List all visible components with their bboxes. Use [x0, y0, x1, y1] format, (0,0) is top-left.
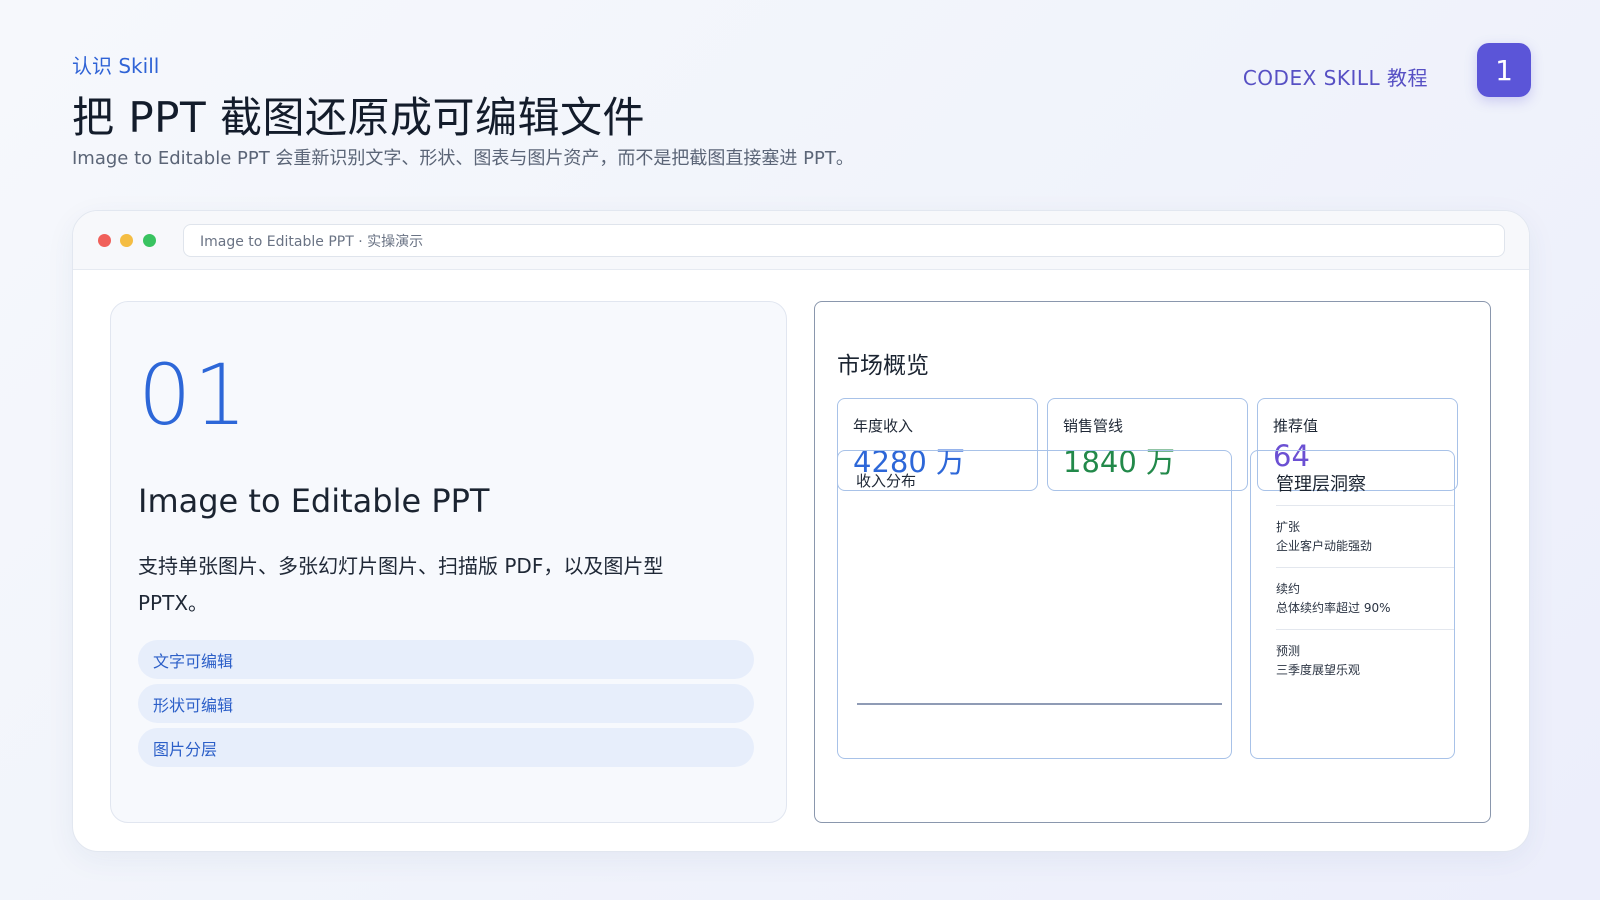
insight-key: 扩张 — [1276, 520, 1301, 534]
insight-divider — [1276, 629, 1454, 630]
close-window-button[interactable] — [98, 234, 111, 247]
insight-item: 续约 总体续约率超过 90% — [1276, 567, 1454, 618]
insight-value: 企业客户动能强劲 — [1276, 539, 1373, 553]
revenue-distribution-title: 收入分布 — [856, 472, 917, 490]
eyebrow-label: 认识 Skill — [72, 54, 160, 78]
window-titlebar: Image to Editable PPT · 实操演示 — [73, 211, 1529, 270]
insight-key: 预测 — [1276, 644, 1301, 658]
insight-item: 预测 三季度展望乐观 — [1276, 629, 1454, 680]
insight-value: 三季度展望乐观 — [1276, 663, 1361, 677]
feature-pill-shape-editable: 形状可编辑 — [138, 684, 754, 723]
feature-description: 支持单张图片、多张幻灯片图片、扫描版 PDF，以及图片型 PPTX。 — [138, 554, 664, 615]
brand-label: CODEX SKILL 教程 — [1242, 66, 1428, 90]
insight-divider — [1276, 505, 1454, 506]
minimize-window-button[interactable] — [120, 234, 133, 247]
management-insights-title: 管理层洞察 — [1276, 474, 1366, 495]
insight-value: 总体续约率超过 90% — [1276, 601, 1391, 615]
address-bar[interactable]: Image to Editable PPT · 实操演示 — [183, 224, 1505, 257]
insight-key: 续约 — [1276, 582, 1301, 596]
insight-item: 扩张 企业客户动能强劲 — [1276, 505, 1454, 556]
feature-card: 01 Image to Editable PPT 支持单张图片、多张幻灯片图片、… — [110, 301, 787, 823]
revenue-distribution-panel — [837, 450, 1232, 759]
browser-window: Image to Editable PPT · 实操演示 01 Image to… — [72, 210, 1530, 852]
kpi-label: 销售管线 — [1063, 417, 1124, 435]
market-overview-slide: 市场概览 年度收入 4280 万 销售管线 1840 万 推荐值 64 收入分布… — [814, 301, 1491, 823]
chart-baseline — [857, 703, 1222, 705]
feature-number: 01 — [138, 346, 249, 444]
maximize-window-button[interactable] — [143, 234, 156, 247]
kpi-label: 年度收入 — [853, 417, 914, 435]
kpi-label: 推荐值 — [1273, 417, 1319, 435]
insight-divider — [1276, 567, 1454, 568]
feature-pill-text-editable: 文字可编辑 — [138, 640, 754, 679]
feature-title: Image to Editable PPT — [138, 482, 490, 520]
page-subtitle: Image to Editable PPT 会重新识别文字、形状、图表与图片资产… — [72, 148, 854, 169]
page-title: 把 PPT 截图还原成可编辑文件 — [72, 93, 646, 142]
page-number-badge: 1 — [1477, 43, 1531, 97]
market-overview-title: 市场概览 — [837, 353, 929, 379]
feature-pill-image-layers: 图片分层 — [138, 728, 754, 767]
